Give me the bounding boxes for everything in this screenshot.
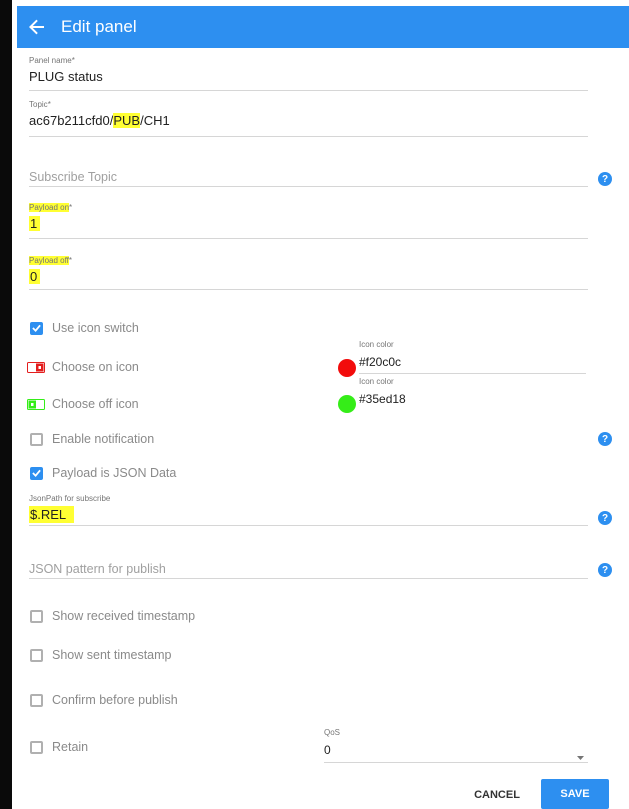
show-received-timestamp-checkbox[interactable]: Show received timestamp (30, 609, 195, 623)
underline (29, 578, 588, 579)
underline (29, 289, 588, 290)
topic-suffix: /CH1 (140, 113, 170, 128)
required-mark: * (69, 203, 73, 212)
on-icon-color-value: #f20c0c (359, 355, 402, 369)
underline (29, 186, 588, 187)
topic-prefix: ac67b211cfd0/ (29, 113, 114, 128)
choose-on-icon-label: Choose on icon (52, 360, 139, 374)
underline (29, 90, 588, 91)
payload-is-json-label: Payload is JSON Data (52, 466, 177, 480)
qos-select[interactable]: QoS 0 (324, 728, 588, 763)
edit-panel-form: Panel name* PLUG status Topic* ac67b211c… (17, 48, 629, 809)
show-received-timestamp-label: Show received timestamp (52, 609, 196, 623)
help-icon[interactable]: ? (598, 563, 612, 577)
topic-field[interactable]: Topic* ac67b211cfd0/PUB/CH1 (29, 100, 588, 137)
underline (29, 238, 588, 239)
subscribe-topic-field[interactable]: Subscribe Topic (29, 170, 588, 187)
choose-on-icon-button[interactable]: Choose on icon (27, 360, 139, 374)
enable-notification-label: Enable notification (52, 432, 155, 446)
off-icon-color-field[interactable]: Icon color #35ed18 (359, 377, 586, 406)
choose-off-icon-label: Choose off icon (52, 397, 139, 411)
json-pattern-field[interactable]: JSON pattern for publish (29, 562, 588, 579)
checkbox-unchecked-icon[interactable] (30, 740, 43, 754)
arrow-left-icon[interactable] (29, 18, 47, 36)
required-mark: * (47, 100, 51, 109)
help-icon[interactable]: ? (598, 172, 612, 186)
subscribe-topic-placeholder: Subscribe Topic (29, 170, 118, 184)
payload-is-json-checkbox[interactable]: Payload is JSON Data (30, 466, 176, 480)
retain-checkbox[interactable]: Retain (30, 740, 88, 754)
enable-notification-checkbox[interactable]: Enable notification (30, 432, 154, 446)
checkbox-unchecked-icon[interactable] (30, 648, 43, 662)
icon-color-label: Icon color (359, 340, 394, 349)
use-icon-switch-label: Use icon switch (52, 321, 139, 335)
topic-value: ac67b211cfd0/PUB/CH1 (29, 113, 588, 128)
show-sent-timestamp-checkbox[interactable]: Show sent timestamp (30, 648, 172, 662)
payload-on-label: Payload on (29, 203, 70, 212)
choose-off-icon-button[interactable]: Choose off icon (27, 397, 139, 411)
help-icon[interactable]: ? (598, 432, 612, 446)
payload-off-field[interactable]: Payload off* 0 (29, 256, 588, 290)
qos-label: QoS (324, 728, 341, 737)
checkbox-unchecked-icon[interactable] (30, 432, 43, 446)
required-mark: * (68, 256, 73, 265)
checkbox-unchecked-icon[interactable] (30, 693, 43, 707)
jsonpath-value: $.REL (29, 506, 75, 523)
payload-on-field[interactable]: Payload on* 1 (29, 203, 588, 239)
underline (29, 136, 588, 137)
page-title: Edit panel (61, 17, 137, 36)
cancel-button[interactable]: CANCEL (472, 781, 522, 809)
on-color-swatch[interactable] (338, 359, 356, 377)
payload-off-label: Payload off (29, 256, 69, 265)
topic-highlight: PUB (113, 113, 141, 128)
payload-off-value: 0 (29, 269, 41, 284)
qos-value: 0 (324, 743, 331, 757)
jsonpath-label: JsonPath for subscribe (29, 494, 111, 503)
underline (324, 762, 588, 763)
help-icon[interactable]: ? (598, 511, 612, 525)
payload-on-value: 1 (29, 216, 41, 231)
panel-name-field[interactable]: Panel name* PLUG status (29, 56, 588, 91)
confirm-before-publish-label: Confirm before publish (52, 693, 178, 707)
confirm-before-publish-checkbox[interactable]: Confirm before publish (30, 693, 178, 707)
checkbox-checked-icon[interactable] (30, 466, 43, 480)
save-button[interactable]: SAVE (541, 779, 609, 809)
topic-label: Topic (29, 100, 48, 109)
show-sent-timestamp-label: Show sent timestamp (52, 648, 172, 662)
toggle-on-icon (27, 361, 45, 373)
on-icon-color-field[interactable]: Icon color #f20c0c (359, 340, 586, 374)
retain-label: Retain (52, 740, 89, 754)
underline (359, 373, 586, 374)
off-color-swatch[interactable] (338, 395, 356, 413)
use-icon-switch-checkbox[interactable]: Use icon switch (30, 321, 139, 335)
checkbox-unchecked-icon[interactable] (30, 609, 43, 623)
panel-name-label: Panel name (29, 56, 72, 65)
json-pattern-placeholder: JSON pattern for publish (29, 562, 166, 576)
required-mark: * (71, 56, 75, 65)
jsonpath-field[interactable]: JsonPath for subscribe $.REL (29, 494, 588, 526)
toggle-off-icon (27, 398, 45, 410)
checkbox-checked-icon[interactable] (30, 321, 43, 335)
left-window-edge (0, 0, 12, 809)
panel-name-value: PLUG status (29, 69, 103, 84)
app-bar: Edit panel (17, 6, 629, 48)
off-icon-color-value: #35ed18 (359, 392, 406, 406)
icon-color-label: Icon color (359, 377, 394, 386)
underline (29, 525, 588, 526)
